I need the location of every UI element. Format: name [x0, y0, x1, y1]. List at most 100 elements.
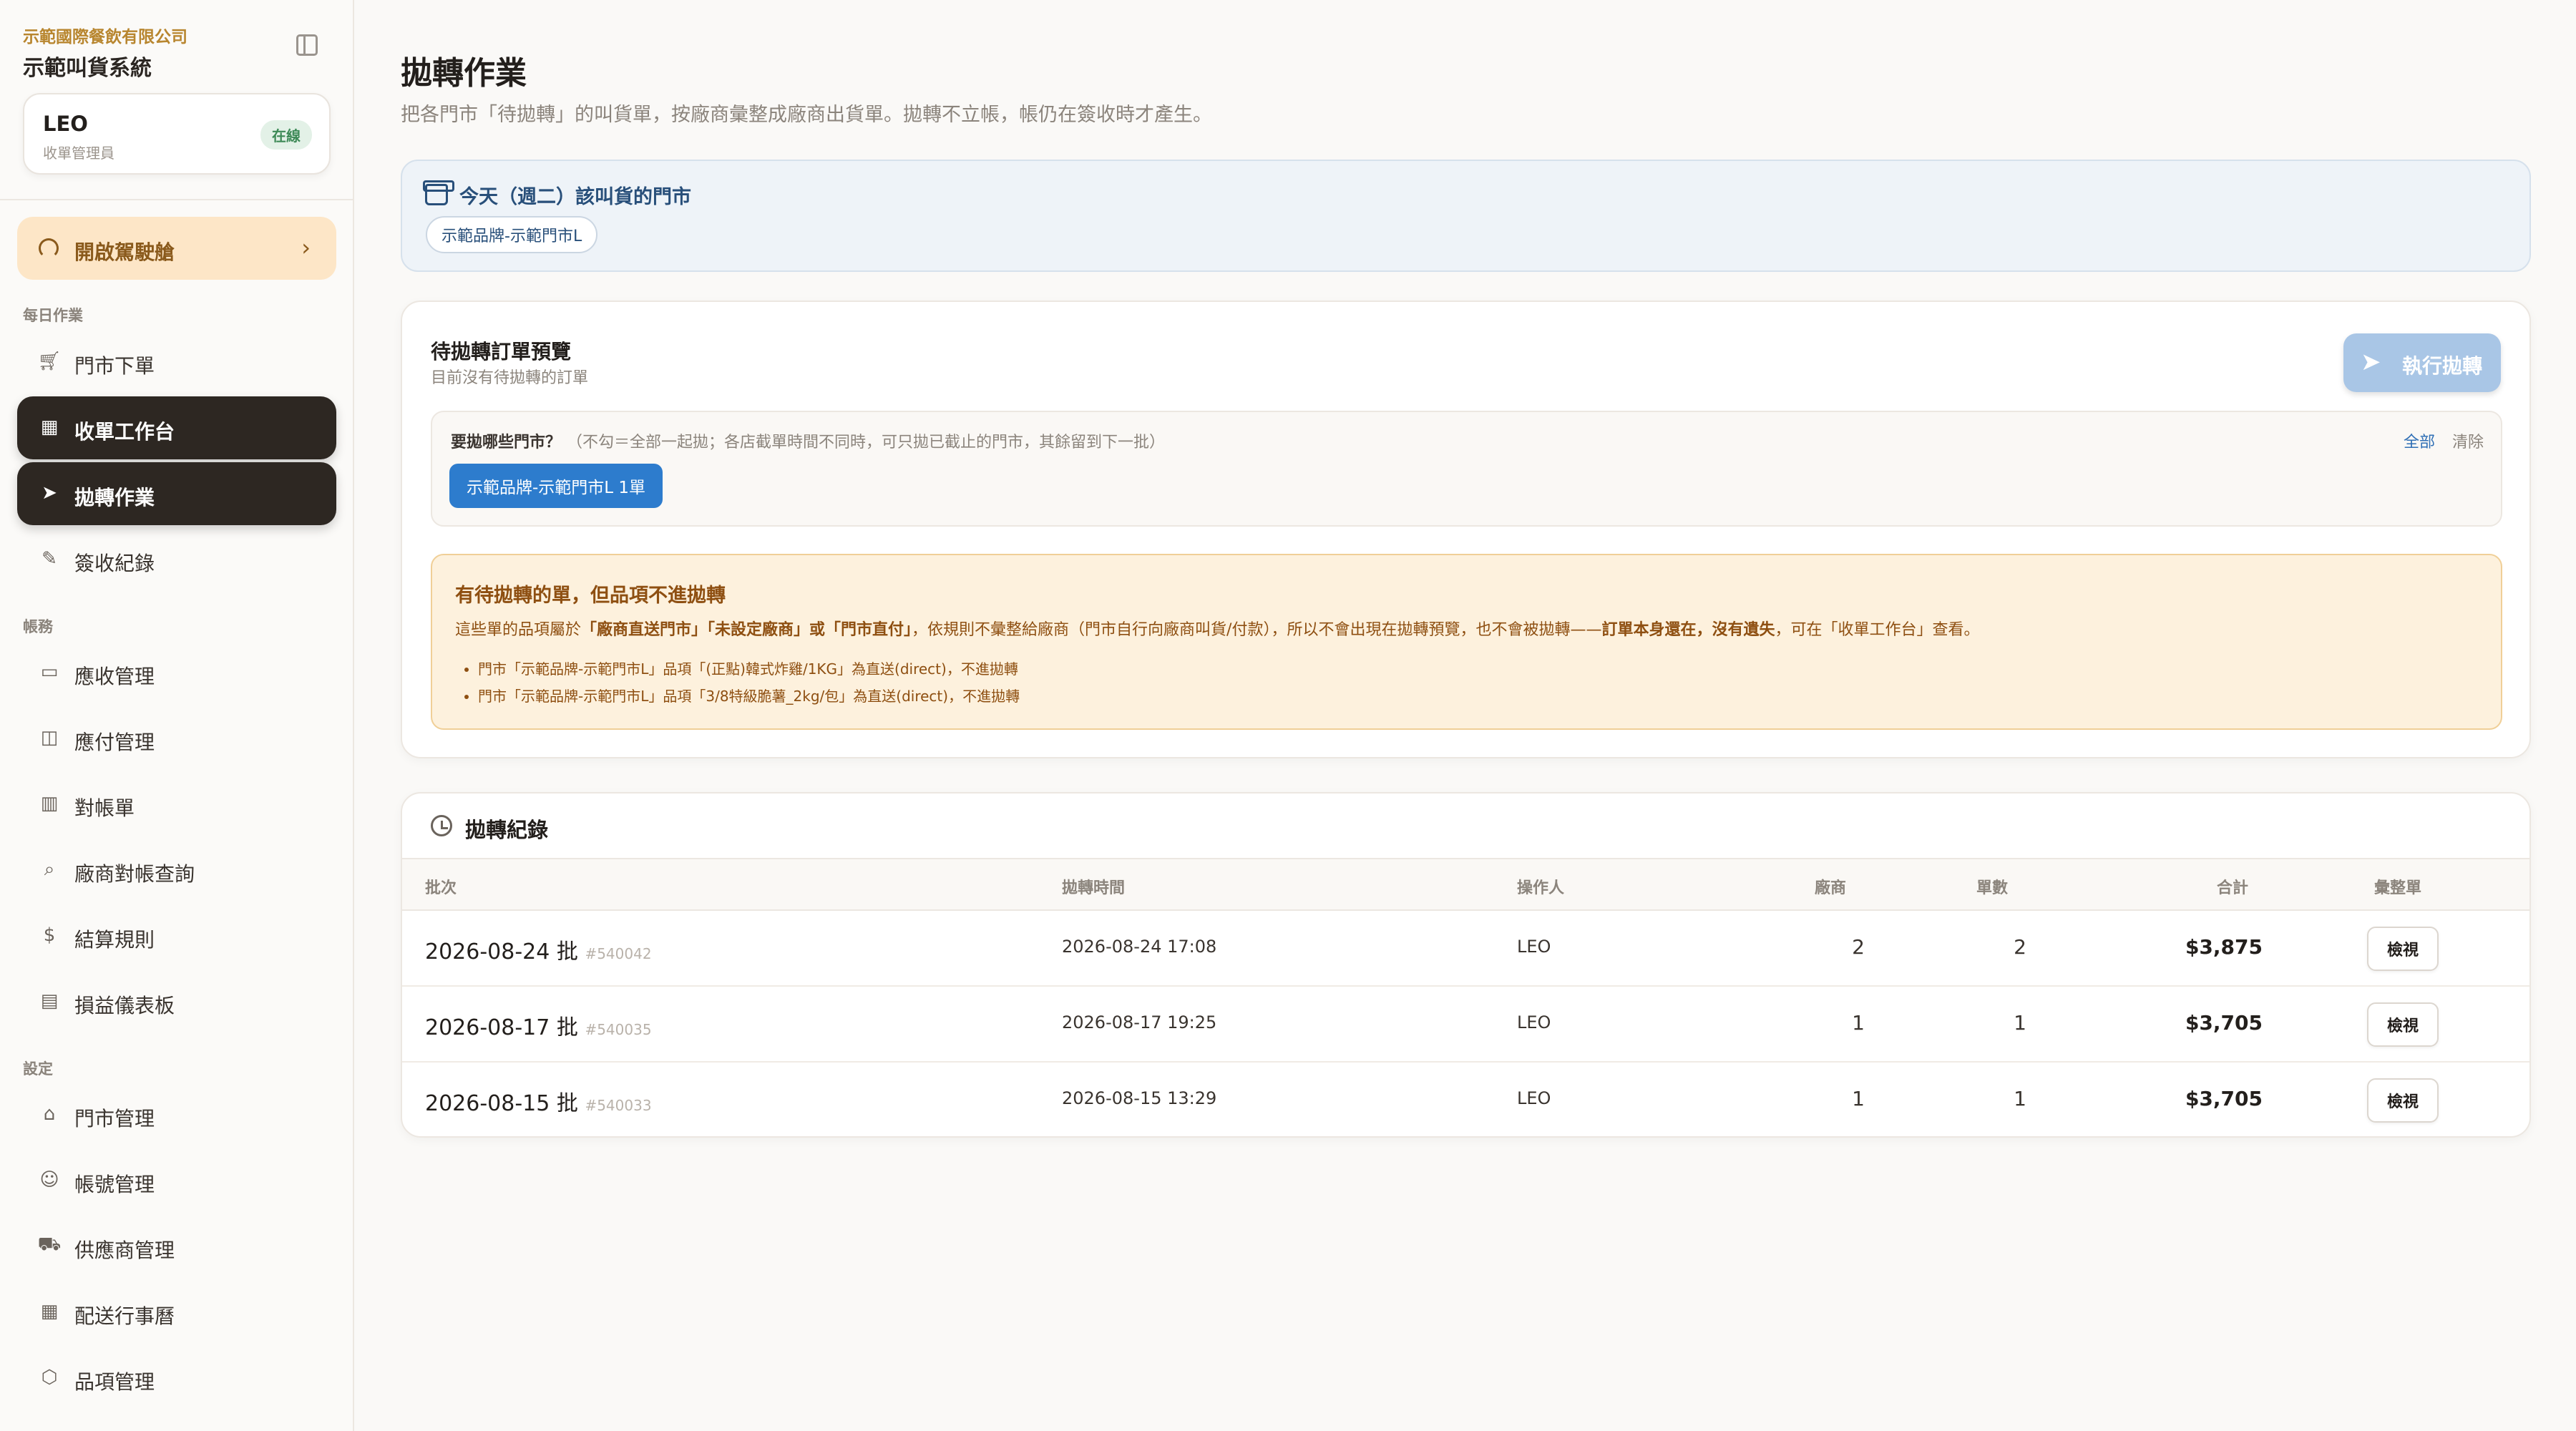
operator-cell: LEO [1517, 1012, 1551, 1032]
list-item: 門市「示範品牌-示範門市L」品項「(正點)韓式炸雞/1KG」為直送(direct… [478, 655, 1020, 683]
send-icon: ➤ [42, 482, 57, 504]
dashboard-label: 開啟駕駛艙 [74, 240, 175, 264]
sidebar-item-label: 配送行事曆 [74, 1304, 175, 1328]
filter-hint: （不勾＝全部一起拋；各店截單時間不同時，可只拋已截止的門市，其餘留到下一批） [567, 434, 1166, 451]
grid-icon: ▦ [40, 416, 59, 438]
open-dashboard-button[interactable]: 開啟駕駛艙 › [17, 217, 336, 280]
column-header: 彙整單 [2374, 879, 2422, 897]
warning-body: 這些單的品項屬於「廠商直送門市」「未設定廠商」或「門市直付」，依規則不彙整給廠商… [455, 617, 1979, 640]
table-row: 2026-08-17 批 #540035 2026-08-17 19:25 LE… [402, 987, 2529, 1063]
orders-cell: 1 [2014, 1011, 2026, 1035]
sidebar-divider [0, 199, 354, 200]
store-filter: 要拋哪些門市？ （不勾＝全部一起拋；各店截單時間不同時，可只拋已截止的門市，其餘… [431, 411, 2502, 527]
edit-doc-icon: ✎ [42, 548, 57, 570]
execute-transfer-button[interactable]: ➤ 執行拋轉 [2343, 333, 2501, 392]
sidebar-item-account-management[interactable]: ☺ 帳號管理 [17, 1149, 336, 1212]
clear-link[interactable]: 清除 [2452, 429, 2484, 452]
vendors-cell: 1 [1852, 1087, 1865, 1110]
chart-icon: ▤ [40, 990, 59, 1012]
history-title: 拋轉紀錄 [465, 818, 549, 842]
status-badge: 在線 [260, 120, 312, 150]
sidebar-item-supplier-management[interactable]: ⛟ 供應商管理 [17, 1215, 336, 1278]
select-all-link[interactable]: 全部 [2404, 429, 2435, 452]
column-header: 合計 [2217, 879, 2249, 897]
total-cell: $3,705 [2185, 1011, 2263, 1035]
card-icon: ▭ [40, 661, 59, 683]
sidebar-item-vendor-reconciliation[interactable]: ⌕ 廠商對帳查詢 [17, 839, 336, 902]
batch-cell: 2026-08-24 批 #540042 [425, 934, 652, 965]
batch-id: #540042 [585, 945, 652, 962]
batch-label: 2026-08-17 批 [425, 1015, 578, 1040]
orders-cell: 1 [2014, 1087, 2026, 1110]
warning-text: ，可在「收單工作台」查看。 [1775, 621, 1980, 639]
sidebar-item-label: 應收管理 [74, 665, 155, 688]
send-icon: ➤ [2361, 348, 2381, 376]
history-icon [431, 815, 452, 836]
sidebar-item-receivables[interactable]: ▭ 應收管理 [17, 641, 336, 704]
sidebar-item-delivery-calendar[interactable]: ▦ 配送行事曆 [17, 1281, 336, 1344]
app-name: 示範叫貨系統 [23, 56, 152, 81]
column-header: 單數 [1976, 879, 2009, 897]
calendar-icon: ▦ [40, 1301, 59, 1322]
users-icon: ☺ [39, 1169, 59, 1191]
filter-question: 要拋哪些門市？ [451, 434, 562, 451]
sidebar-item-store-management[interactable]: ⌂ 門市管理 [17, 1083, 336, 1146]
sidebar-item-payables[interactable]: ◫ 應付管理 [17, 707, 336, 770]
batch-label: 2026-08-24 批 [425, 939, 578, 964]
doc-search-icon: ⌕ [44, 858, 55, 880]
warning-box: 有待拋轉的單，但品項不進拋轉 這些單的品項屬於「廠商直送門市」「未設定廠商」或「… [431, 554, 2502, 730]
main-content: 拋轉作業 把各門市「待拋轉」的叫貨單，按廠商彙整成廠商出貨單。拋轉不立帳，帳仍在… [356, 0, 2576, 1431]
sidebar-item-settlement-rules[interactable]: $ 結算規則 [17, 904, 336, 967]
batch-id: #540033 [585, 1097, 652, 1114]
sidebar-item-label: 廠商對帳查詢 [74, 862, 195, 886]
sidebar-item-item-management[interactable]: ⬡ 品項管理 [17, 1347, 336, 1410]
section-label-daily: 每日作業 [23, 307, 83, 324]
warning-text: 這些單的品項屬於 [455, 621, 582, 639]
user-card: LEO 收單管理員 在線 [23, 93, 331, 175]
sidebar-item-transfer[interactable]: ➤ 拋轉作業 [17, 462, 336, 525]
time-cell: 2026-08-17 19:25 [1062, 1012, 1217, 1032]
company-name: 示範國際餐飲有限公司 [23, 28, 187, 47]
preview-title: 待拋轉訂單預覽 [431, 340, 572, 363]
store-filter-pill[interactable]: 示範品牌-示範門市L 1單 [449, 464, 663, 508]
preview-subtitle: 目前沒有待拋轉的訂單 [431, 369, 589, 387]
batch-cell: 2026-08-15 批 #540033 [425, 1085, 652, 1117]
sidebar-item-receipt-records[interactable]: ✎ 簽收紀錄 [17, 528, 336, 591]
chevron-right-icon: › [301, 234, 311, 261]
collapse-sidebar-icon[interactable] [296, 34, 318, 56]
truck-icon: ⛟ [37, 1234, 62, 1255]
table-header: 批次 拋轉時間 操作人 廠商 單數 合計 彙整單 [402, 858, 2529, 911]
sidebar-item-label: 損益儀表板 [74, 994, 175, 1017]
bar-chart-icon: ▥ [40, 793, 59, 814]
sidebar-item-statements[interactable]: ▥ 對帳單 [17, 773, 336, 836]
operator-cell: LEO [1517, 937, 1551, 957]
user-name: LEO [43, 112, 88, 136]
view-button[interactable]: 檢視 [2367, 1002, 2439, 1047]
cart-icon: 🛒︎ [37, 351, 62, 372]
sidebar-item-pnl-dashboard[interactable]: ▤ 損益儀表板 [17, 970, 336, 1033]
warning-list: 門市「示範品牌-示範門市L」品項「(正點)韓式炸雞/1KG」為直送(direct… [478, 655, 1020, 710]
column-header: 操作人 [1517, 879, 1565, 897]
sidebar-item-label: 應付管理 [74, 731, 155, 754]
sidebar-item-order-workbench[interactable]: ▦ 收單工作台 [17, 396, 336, 459]
batch-id: #540035 [585, 1021, 652, 1038]
sidebar-item-label: 帳號管理 [74, 1173, 155, 1196]
page-subtitle: 把各門市「待拋轉」的叫貨單，按廠商彙整成廠商出貨單。拋轉不立帳，帳仍在簽收時才產… [401, 104, 1212, 126]
preview-card: 待拋轉訂單預覽 目前沒有待拋轉的訂單 ➤ 執行拋轉 要拋哪些門市？ （不勾＝全部… [401, 301, 2531, 758]
table-row: 2026-08-15 批 #540033 2026-08-15 13:29 LE… [402, 1063, 2529, 1136]
column-header: 拋轉時間 [1062, 879, 1126, 897]
sidebar-item-label: 門市下單 [74, 354, 155, 378]
box-icon: ⬡ [41, 1367, 58, 1388]
warning-emphasis: 「廠商直送門市」「未設定廠商」或「門市直付」 [581, 621, 912, 639]
execute-transfer-label: 執行拋轉 [2402, 354, 2483, 378]
operator-cell: LEO [1517, 1088, 1551, 1108]
warning-title: 有待拋轉的單，但品項不進拋轉 [455, 585, 726, 607]
sidebar-item-label: 簽收紀錄 [74, 552, 155, 575]
batch-cell: 2026-08-17 批 #540035 [425, 1010, 652, 1041]
view-button[interactable]: 檢視 [2367, 1078, 2439, 1123]
batch-label: 2026-08-15 批 [425, 1091, 578, 1116]
sidebar-item-store-order[interactable]: 🛒︎ 門市下單 [17, 331, 336, 394]
time-cell: 2026-08-15 13:29 [1062, 1088, 1217, 1108]
view-button[interactable]: 檢視 [2367, 927, 2439, 971]
store-icon [423, 180, 454, 205]
